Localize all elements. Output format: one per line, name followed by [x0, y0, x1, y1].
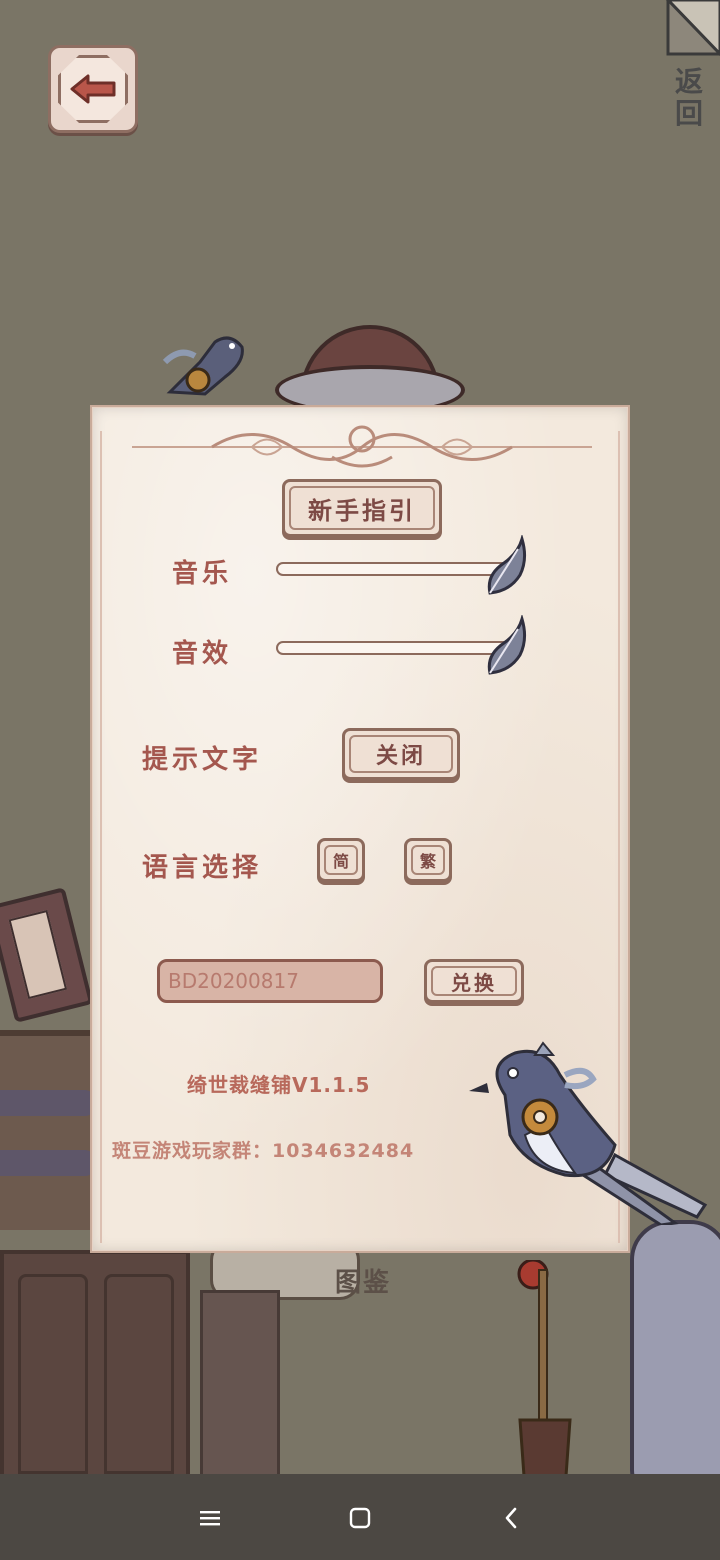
corner-flag-icon[interactable] — [664, 0, 720, 58]
corner-return-label[interactable]: 返回 — [674, 66, 704, 130]
hint-toggle-label: 关闭 — [375, 744, 426, 769]
shelf-stripe — [0, 1150, 95, 1176]
ornament-decoration — [132, 425, 592, 468]
redeem-button-label: 兑换 — [451, 970, 497, 995]
language-simplified-label: 简 — [332, 852, 349, 871]
language-simplified-button[interactable]: 简 — [317, 838, 365, 882]
redeem-button[interactable]: 兑换 — [424, 959, 524, 1003]
sfx-label: 音效 — [172, 639, 233, 669]
cabinet-decoration — [0, 1250, 190, 1490]
scene-label-catalog[interactable]: 图鉴 — [335, 1262, 391, 1299]
vase-decoration — [630, 1220, 720, 1500]
feather-icon[interactable] — [484, 535, 528, 599]
guide-button[interactable]: 新手指引 — [282, 479, 442, 537]
redeem-code-input[interactable] — [157, 959, 383, 1003]
small-bird-icon — [162, 336, 244, 396]
feather-icon[interactable] — [484, 615, 528, 679]
guide-button-label: 新手指引 — [308, 496, 416, 525]
hint-text-label: 提示文字 — [142, 745, 263, 775]
shelf-stripe — [0, 1090, 95, 1116]
shelf-decoration — [0, 1030, 95, 1230]
nav-menu-button[interactable] — [186, 1494, 234, 1542]
music-label: 音乐 — [172, 559, 233, 589]
system-nav-bar — [0, 1474, 720, 1560]
stand-decoration — [517, 1260, 572, 1490]
home-square-icon — [349, 1507, 371, 1529]
arrow-left-icon — [70, 74, 116, 104]
nav-home-button[interactable] — [336, 1494, 384, 1542]
language-traditional-button[interactable]: 繁 — [404, 838, 452, 882]
sfx-slider[interactable] — [276, 641, 516, 655]
chevron-left-icon — [505, 1507, 517, 1529]
hint-toggle-button[interactable]: 关闭 — [342, 728, 460, 780]
book-decoration — [0, 887, 94, 1023]
language-label: 语言选择 — [142, 853, 263, 883]
language-traditional-label: 繁 — [419, 852, 436, 871]
back-button[interactable] — [48, 45, 138, 133]
curtain-decoration — [200, 1290, 280, 1480]
version-text: 绮世裁缝铺V1.1.5 — [187, 1073, 371, 1097]
menu-icon — [200, 1511, 220, 1526]
player-group-text: 斑豆游戏玩家群：1034632484 — [112, 1140, 415, 1162]
mechanical-bird-icon — [469, 1041, 708, 1225]
nav-back-button[interactable] — [488, 1494, 536, 1542]
music-slider[interactable] — [276, 562, 516, 576]
